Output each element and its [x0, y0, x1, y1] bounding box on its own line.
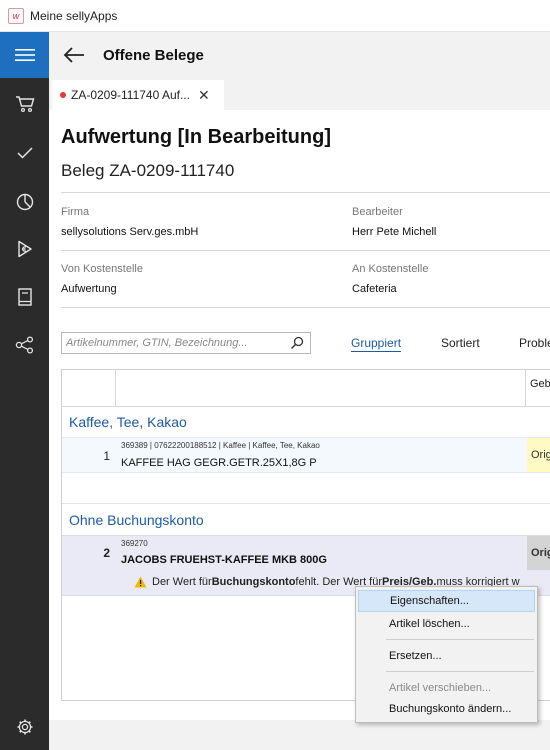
firma-value: sellysolutions Serv.ges.mbH	[61, 226, 199, 238]
cart-icon	[15, 96, 34, 113]
search-icon[interactable]	[290, 336, 304, 350]
warning-icon	[134, 576, 147, 588]
row-number: 2	[103, 546, 110, 560]
footer-bar	[49, 720, 550, 750]
von-kostenstelle-label: Von Kostenstelle	[61, 263, 143, 275]
sidebar-item-cart[interactable]	[0, 81, 49, 127]
sidebar-item-payments[interactable]	[0, 226, 49, 272]
window-title: Meine sellyApps	[30, 8, 118, 23]
group-header-kaffee: Kaffee, Tee, Kakao	[69, 414, 187, 430]
column-header-geb[interactable]: Geb	[530, 378, 550, 390]
warning-text: Der Wert für	[152, 576, 212, 588]
menu-item-eigenschaften[interactable]: Eigenschaften...	[358, 590, 535, 612]
divider	[61, 192, 550, 193]
menu-separator	[386, 639, 534, 640]
sidebar	[0, 32, 49, 750]
hamburger-menu-button[interactable]	[0, 32, 49, 78]
tab-probleme[interactable]: Proble	[519, 336, 550, 350]
document-title: Aufwertung [In Bearbeitung]	[61, 126, 331, 148]
menu-separator	[386, 671, 534, 672]
column-separator	[525, 370, 526, 407]
sidebar-item-reports[interactable]	[0, 179, 49, 225]
sidebar-item-done[interactable]	[0, 130, 49, 176]
warning-field: Buchungskonto	[211, 576, 296, 588]
von-kostenstelle-value: Aufwertung	[61, 283, 117, 295]
context-menu: Eigenschaften... Artikel löschen... Erse…	[355, 586, 538, 723]
search-box	[61, 332, 311, 354]
row-number: 1	[103, 449, 110, 463]
an-kostenstelle-value: Cafeteria	[352, 283, 397, 295]
an-kostenstelle-label: An Kostenstelle	[352, 263, 429, 275]
group-header-ohne-buchungskonto: Ohne Buchungskonto	[69, 512, 204, 528]
column-separator	[115, 370, 116, 407]
tab-gruppiert[interactable]: Gruppiert	[351, 336, 402, 352]
document-tabstrip: ZA-0209-111740 Auf... ✕	[49, 78, 550, 110]
bearbeiter-label: Bearbeiter	[352, 206, 403, 218]
article-name: JACOBS FRUEHST-KAFFEE MKB 800G	[121, 554, 327, 566]
sidebar-item-settings[interactable]	[0, 704, 49, 750]
menu-item-artikel-loeschen[interactable]: Artikel löschen...	[358, 613, 535, 635]
sidebar-item-catalog[interactable]	[0, 274, 49, 320]
table-row[interactable]: 1 369389 | 07622200188512 | Kaffee | Kaf…	[62, 437, 550, 473]
checkmark-icon	[16, 147, 33, 159]
arrow-left-icon	[63, 47, 84, 63]
window-titlebar: w Meine sellyApps	[0, 0, 550, 32]
document-subtitle: Beleg ZA-0209-111740	[61, 161, 235, 180]
orig-cell[interactable]: Orig	[527, 438, 550, 472]
search-input[interactable]	[62, 333, 282, 353]
sidebar-item-network[interactable]	[0, 322, 49, 368]
bearbeiter-value: Herr Pete Michell	[352, 226, 437, 238]
menu-item-artikel-verschieben[interactable]: Artikel verschieben...	[358, 677, 535, 699]
app-logo-icon: w	[8, 7, 24, 24]
unsaved-indicator-icon	[60, 92, 66, 98]
page-title: Offene Belege	[103, 46, 204, 64]
tab-label: ZA-0209-111740 Auf...	[71, 88, 190, 102]
pie-chart-icon	[16, 193, 33, 211]
play-euro-icon	[17, 240, 32, 258]
back-button[interactable]	[51, 32, 97, 78]
divider	[61, 307, 550, 308]
article-meta: 369389 | 07622200188512 | Kaffee | Kaffe…	[121, 441, 320, 450]
divider	[61, 250, 550, 251]
close-icon[interactable]: ✕	[198, 87, 210, 104]
orig-cell[interactable]: Orig	[527, 536, 550, 570]
article-name: KAFFEE HAG GEGR.GETR.25X1,8G P	[121, 457, 317, 469]
row-divider	[62, 503, 550, 504]
menu-item-buchungskonto-aendern[interactable]: Buchungskonto ändern...	[358, 698, 535, 720]
book-icon	[17, 288, 32, 306]
hamburger-icon	[14, 49, 35, 61]
menu-item-ersetzen[interactable]: Ersetzen...	[358, 645, 535, 667]
app-header: Offene Belege	[49, 32, 550, 78]
grid-header: Geb	[62, 370, 550, 407]
article-meta: 369270	[121, 539, 148, 548]
gear-icon	[17, 719, 32, 735]
share-nodes-icon	[15, 336, 33, 354]
firma-label: Firma	[61, 206, 90, 218]
tab-sortiert[interactable]: Sortiert	[441, 336, 480, 350]
tab-document[interactable]: ZA-0209-111740 Auf... ✕	[52, 80, 224, 110]
